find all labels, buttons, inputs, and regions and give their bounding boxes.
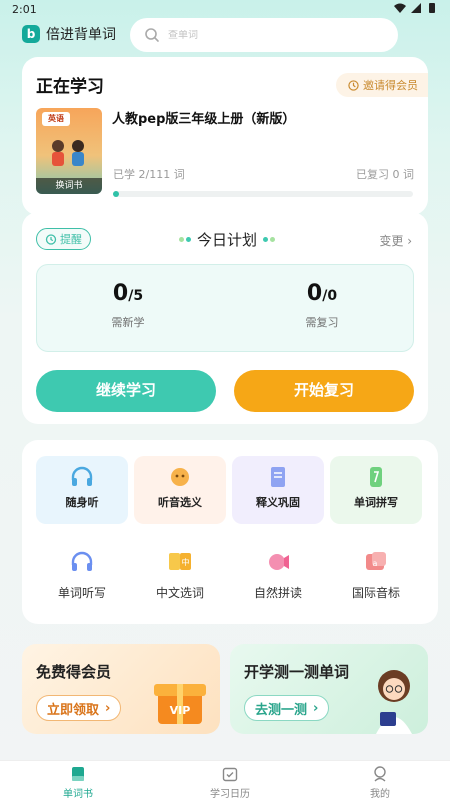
plan-title-wrap: 今日计划: [172, 229, 282, 250]
continue-learning-button[interactable]: 继续学习: [36, 370, 216, 412]
free-vip-banner[interactable]: 免费得会员 立即领取 › VIP: [22, 644, 220, 734]
vip-title: 免费得会员: [36, 663, 112, 681]
study-progress-fill: [113, 191, 119, 197]
plan-title: 今日计划: [196, 231, 257, 249]
nav-profile[interactable]: 我的: [330, 765, 430, 800]
tool-label: 释义巩固: [256, 496, 300, 509]
test-title: 开学测一测单词: [244, 663, 350, 681]
change-plan-link[interactable]: 变更 ›: [379, 232, 412, 249]
review-label: 需复习: [305, 316, 339, 329]
teacher-avatar-icon: [376, 670, 412, 734]
nav-label: 单词书: [63, 789, 93, 800]
tool-label: 随身听: [65, 496, 99, 509]
calendar-icon: [222, 767, 238, 782]
tool-label: 自然拼读: [253, 586, 302, 600]
profile-icon: [374, 766, 386, 782]
alarm-icon: [45, 234, 57, 245]
remind-button[interactable]: 提醒: [36, 228, 91, 250]
plan-stats-panel: 0/5 需新学 0/0 需复习: [36, 264, 414, 352]
signal-icon: [411, 3, 421, 13]
change-plan-label: 变更: [379, 234, 404, 248]
tool-phonetic-symbols[interactable]: a 国际音标: [330, 548, 422, 612]
headphones-icon: [71, 466, 93, 486]
tool-meaning-consolidate[interactable]: 释义巩固: [232, 456, 324, 524]
wordbook-icon: [72, 767, 84, 781]
new-words-stat: 0/5 需新学: [53, 281, 203, 330]
learned-count: 已学 2/111 词: [113, 168, 185, 181]
remind-label: 提醒: [60, 233, 82, 246]
book-cover[interactable]: 英语 换词书: [36, 108, 102, 194]
phonetic-symbol-icon: a: [366, 552, 386, 570]
review-total: /0: [322, 288, 338, 304]
wifi-icon: [394, 3, 406, 13]
chevron-right-icon: ›: [407, 234, 412, 248]
new-label: 需新学: [111, 316, 145, 329]
dictation-icon: [71, 551, 93, 571]
word-test-banner[interactable]: 开学测一测单词 去测一测 ›: [230, 644, 428, 734]
battery-icon: [429, 3, 435, 13]
claim-now-label: 立即领取: [47, 702, 100, 718]
tool-label: 中文选词: [155, 586, 204, 600]
review-count: 0: [306, 281, 323, 306]
tool-word-spelling[interactable]: 单词拼写: [330, 456, 422, 524]
clock-badge-icon: [348, 79, 359, 91]
tool-label: 国际音标: [351, 586, 400, 600]
search-icon: [145, 28, 159, 42]
status-time: 2:01: [12, 3, 37, 16]
new-total: /5: [128, 288, 144, 304]
study-title: 正在学习: [36, 77, 104, 97]
tool-phonics[interactable]: 自然拼读: [232, 548, 324, 612]
change-book-button[interactable]: 换词书: [36, 178, 102, 194]
book-cover-title: 英语: [42, 112, 70, 126]
svg-text:VIP: VIP: [170, 704, 191, 717]
tool-chinese-choose[interactable]: 中 中文选词: [134, 548, 226, 612]
vip-gift-icon: VIP: [154, 684, 206, 724]
status-icons: [394, 2, 438, 14]
new-count: 0: [112, 281, 129, 306]
brand-name: 倍进背单词: [46, 27, 116, 43]
brand: b 倍进背单词: [22, 24, 116, 44]
book-consolidate-icon: [271, 467, 285, 487]
nav-label: 学习日历: [210, 789, 250, 800]
review-words-stat: 0/0 需复习: [247, 281, 397, 330]
chevron-right-icon: ›: [105, 700, 111, 716]
go-test-label: 去测一测: [255, 702, 308, 718]
invite-member-button[interactable]: 邀请得会员: [336, 73, 428, 97]
study-tools-card: 随身听 听音选义 释义巩固 单词拼写 单词听写 中 中文选词 自然拼读 a 国际…: [22, 440, 438, 624]
tool-label: 听音选义: [158, 496, 202, 509]
book-illustration-icon: [52, 140, 84, 166]
brand-logo-icon: b: [22, 25, 40, 43]
decor-dots-icon: [263, 237, 275, 242]
today-plan-card: 提醒 今日计划 变更 › 0/5 需新学 0/0 需复习 继续学习 开始复习: [22, 212, 428, 424]
search-bar[interactable]: [130, 18, 398, 52]
search-input[interactable]: [168, 29, 368, 41]
claim-now-button[interactable]: 立即领取 ›: [36, 695, 122, 721]
start-review-button[interactable]: 开始复习: [234, 370, 414, 412]
bottom-navigation: 单词书 学习日历 我的: [0, 760, 450, 800]
nav-label: 我的: [370, 789, 390, 800]
spelling-icon: [370, 467, 382, 487]
listen-choose-icon: [171, 468, 189, 486]
book-name: 人教pep版三年级上册（新版）: [112, 112, 296, 127]
chinese-choose-icon: 中: [169, 553, 191, 570]
reviewed-count: 已复习 0 词: [356, 168, 414, 181]
tool-word-dictation[interactable]: 单词听写: [36, 548, 128, 612]
chevron-right-icon: ›: [313, 700, 319, 716]
tool-label: 单词拼写: [354, 496, 398, 509]
svg-text:a: a: [373, 559, 378, 568]
decor-dots-icon: [178, 237, 191, 242]
tool-portable-listen[interactable]: 随身听: [36, 456, 128, 524]
go-test-button[interactable]: 去测一测 ›: [244, 695, 330, 721]
phonics-icon: [269, 554, 289, 570]
svg-text:中: 中: [182, 557, 190, 567]
invite-label: 邀请得会员: [363, 79, 418, 92]
nav-calendar[interactable]: 学习日历: [180, 765, 280, 800]
top-bar: b 倍进背单词: [0, 16, 450, 56]
tool-listen-choose[interactable]: 听音选义: [134, 456, 226, 524]
nav-wordbook[interactable]: 单词书: [28, 765, 128, 800]
tool-label: 单词听写: [57, 586, 106, 600]
study-progress-bar: [113, 191, 413, 197]
